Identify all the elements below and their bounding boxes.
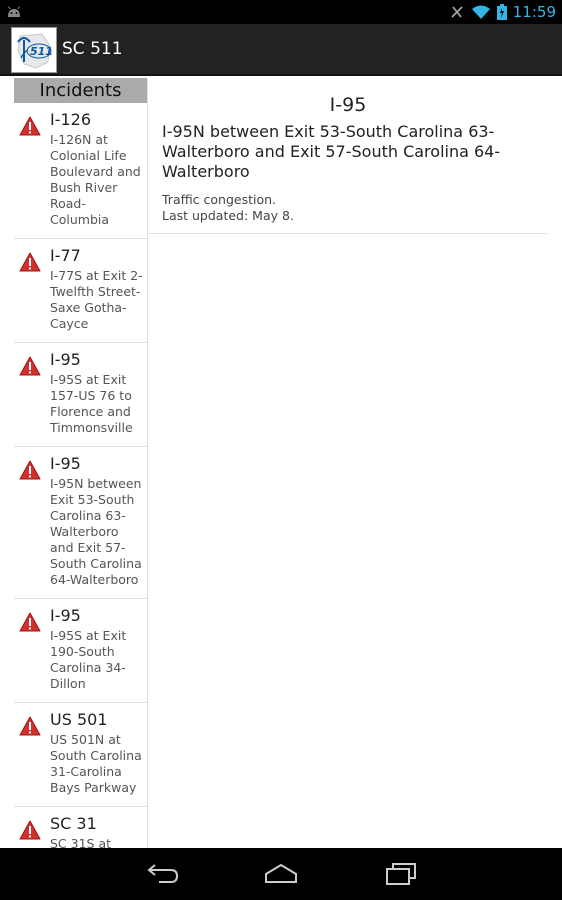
incident-title: I-77 [50, 246, 81, 265]
warning-icon [19, 460, 41, 480]
warning-icon [19, 716, 41, 736]
list-item[interactable]: SC 31 SC 31S at Robert M [14, 807, 147, 848]
incident-description: I-95N between Exit 53-South Carolina 63-… [50, 476, 142, 587]
navigation-bar [0, 848, 562, 900]
incident-title: I-95 [50, 606, 81, 625]
incident-detail: I-95 I-95N between Exit 53-South Carolin… [148, 78, 562, 848]
list-header: Incidents [14, 78, 147, 103]
incident-title: I-126 [50, 110, 92, 129]
warning-icon [19, 612, 41, 632]
wifi-icon [471, 5, 490, 19]
clock: 11:59 [512, 3, 556, 21]
incident-title: I-95 [50, 454, 81, 473]
incident-description: I-95S at Exit 190-South Carolina 34-Dill… [50, 628, 127, 691]
incident-type: Traffic congestion. [162, 192, 277, 207]
android-icon [8, 6, 20, 17]
recent-apps-icon[interactable] [384, 862, 418, 886]
warning-icon [19, 356, 41, 376]
detail-location: I-95N between Exit 53-South Carolina 63-… [162, 122, 501, 181]
back-icon[interactable] [145, 862, 179, 886]
incident-description: SC 31S at Robert M [50, 836, 112, 848]
action-bar: 511 SC 511 [0, 24, 562, 76]
incident-title: US 501 [50, 710, 108, 729]
list-item[interactable]: I-95 I-95S at Exit 190-South Carolina 34… [14, 599, 147, 703]
divider [148, 233, 548, 234]
incident-description: US 501N at South Carolina 31-Carolina Ba… [50, 732, 142, 795]
list-item[interactable]: I-126 I-126N at Colonial Life Boulevard … [14, 103, 147, 239]
status-bar: 11:59 [0, 0, 562, 24]
warning-icon [19, 252, 41, 272]
incident-title: I-95 [50, 350, 81, 369]
incident-description: I-77S at Exit 2-Twelfth Street-Saxe Goth… [50, 268, 143, 331]
detail-meta: Traffic congestion. Last updated: May 8. [162, 192, 294, 224]
detail-title: I-95 [329, 94, 367, 116]
app-title: SC 511 [62, 39, 123, 59]
list-item[interactable]: I-77 I-77S at Exit 2-Twelfth Street-Saxe… [14, 239, 147, 343]
list-item[interactable]: I-95 I-95S at Exit 157-US 76 to Florence… [14, 343, 147, 447]
incident-title: SC 31 [50, 814, 97, 833]
battery-icon [496, 4, 507, 20]
warning-icon [19, 116, 41, 136]
incident-list[interactable]: Incidents I-126 I-126N at Colonial Life … [14, 78, 148, 848]
last-updated: Last updated: May 8. [162, 208, 294, 223]
list-item[interactable]: US 501 US 501N at South Carolina 31-Caro… [14, 703, 147, 807]
incident-description: I-126N at Colonial Life Boulevard and Bu… [50, 132, 141, 227]
no-signal-icon [451, 6, 463, 18]
warning-icon [19, 820, 41, 840]
list-item[interactable]: I-95 I-95N between Exit 53-South Carolin… [14, 447, 147, 599]
app-logo-icon[interactable]: 511 [11, 27, 57, 73]
incident-description: I-95S at Exit 157-US 76 to Florence and … [50, 372, 133, 435]
home-icon[interactable] [264, 862, 298, 886]
